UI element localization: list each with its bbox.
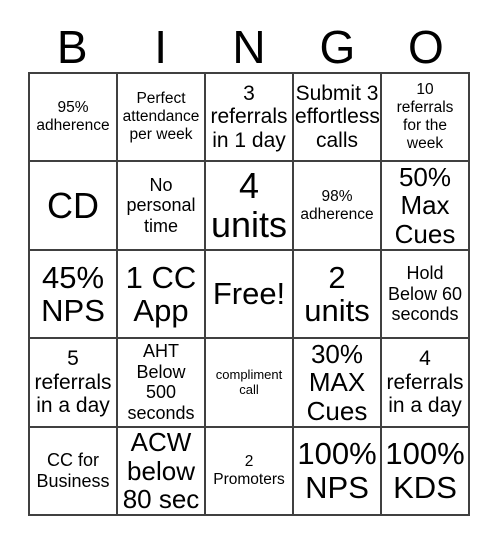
bingo-cell[interactable]: 4 units — [206, 162, 294, 251]
bingo-header-letter-b: B — [56, 21, 88, 73]
bingo-cell[interactable]: 45% NPS — [30, 250, 118, 340]
bingo-header-row: B I N G O — [28, 14, 470, 72]
bingo-cell[interactable]: 5 referrals in a day — [30, 339, 118, 428]
bingo-cell[interactable]: 100% KDS — [382, 427, 470, 516]
bingo-cell[interactable]: No personal time — [118, 162, 206, 251]
bingo-cell[interactable]: Hold Below 60 seconds — [382, 250, 470, 340]
bingo-cell[interactable]: 50% Max Cues — [382, 162, 470, 251]
bingo-cell-label: 100% NPS — [297, 436, 377, 505]
bingo-cell-label: 98% adherence — [300, 187, 374, 223]
bingo-cell-label: 5 referrals in a day — [34, 347, 112, 418]
bingo-cell[interactable]: AHT Below 500 seconds — [118, 339, 206, 428]
bingo-cell-label: 2 units — [304, 259, 370, 328]
bingo-cell-label: 4 units — [210, 165, 288, 245]
bingo-grid: 95% adherence Perfect attendance per week… — [28, 72, 470, 516]
bingo-cell[interactable]: Perfect attendance per week — [118, 74, 206, 163]
bingo-cell-label: 95% adherence — [36, 99, 110, 135]
bingo-cell-label: No personal time — [126, 174, 196, 236]
bingo-cell[interactable]: 30% MAX Cues — [294, 339, 382, 428]
bingo-cell-label: 1 CC App — [125, 259, 197, 328]
bingo-cell-label: 30% MAX Cues — [306, 339, 368, 426]
bingo-cell-label: CC for Business — [36, 450, 110, 491]
bingo-cell[interactable]: Submit 3 effortless calls — [294, 74, 382, 163]
bingo-cell-label: AHT Below 500 seconds — [127, 341, 195, 423]
bingo-cell-label: Submit 3 effortless calls — [295, 81, 380, 152]
bingo-header-letter-g: G — [319, 21, 356, 73]
bingo-cell[interactable]: CD — [30, 162, 118, 251]
bingo-cell-label: 3 referrals in 1 day — [210, 81, 288, 152]
bingo-cell[interactable]: 2 units — [294, 250, 382, 340]
bingo-cell[interactable]: ACW below 80 sec — [118, 427, 206, 516]
bingo-cell[interactable]: 10 referrals for the week — [382, 74, 470, 163]
bingo-cell-label: 10 referrals for the week — [396, 81, 454, 153]
bingo-cell-label: Free! — [212, 276, 286, 312]
bingo-cell[interactable]: compliment call — [206, 339, 294, 428]
bingo-cell[interactable]: 2 Promoters — [206, 427, 294, 516]
bingo-cell-label: Hold Below 60 seconds — [387, 263, 463, 325]
bingo-header-letter-i: I — [154, 21, 167, 73]
bingo-cell[interactable]: CC for Business — [30, 427, 118, 516]
bingo-cell-label: 2 Promoters — [213, 452, 285, 488]
bingo-cell-label: Perfect attendance per week — [122, 90, 200, 144]
bingo-cell-label: 4 referrals in a day — [386, 347, 464, 418]
bingo-cell[interactable]: 1 CC App — [118, 250, 206, 340]
bingo-header-letter-o: O — [407, 21, 444, 73]
bingo-cell[interactable]: 98% adherence — [294, 162, 382, 251]
bingo-cell-label: CD — [47, 184, 99, 226]
bingo-free-space-cell[interactable]: Free! — [206, 250, 294, 340]
bingo-cell[interactable]: 100% NPS — [294, 427, 382, 516]
bingo-cell-label: 100% KDS — [385, 436, 465, 505]
bingo-cell[interactable]: 95% adherence — [30, 74, 118, 163]
bingo-card: B I N G O 95% adherence Perfect attendanc… — [0, 0, 500, 544]
bingo-cell-label: 45% NPS — [41, 259, 105, 328]
bingo-cell[interactable]: 4 referrals in a day — [382, 339, 470, 428]
bingo-cell-label: compliment call — [215, 367, 283, 398]
bingo-header-letter-n: N — [232, 21, 266, 73]
bingo-cell-label: ACW below 80 sec — [122, 427, 200, 515]
bingo-cell-label: 50% Max Cues — [394, 162, 456, 249]
bingo-cell[interactable]: 3 referrals in 1 day — [206, 74, 294, 163]
